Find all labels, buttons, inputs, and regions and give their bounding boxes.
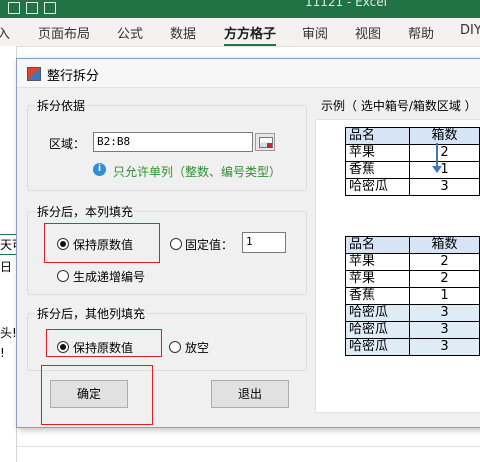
other-columns-label: 拆分后，其他列填充 (35, 305, 148, 322)
fixed-value-radio[interactable] (170, 238, 182, 250)
table-row: 香蕉 1 (344, 161, 480, 179)
table-row: 哈密瓜 3 (344, 321, 480, 339)
example-label: 示例（ 选中箱号/箱数区域 ） (321, 99, 477, 113)
tab-data[interactable]: 数据 (170, 23, 196, 42)
table-row: 苹果 2 (344, 270, 480, 288)
range-label: 区域： (49, 137, 86, 151)
table-cell: 2 (409, 144, 480, 162)
sequence-radio[interactable] (57, 270, 69, 282)
cell-fragment[interactable]: 天可 (0, 236, 16, 253)
grid-green-line (0, 234, 16, 235)
fixed-value-input[interactable]: 1 (242, 232, 286, 253)
other-keep-label[interactable]: 保持原数值 (73, 339, 133, 356)
table-cell: 3 (409, 178, 480, 196)
header-cell: 品名 (344, 127, 411, 145)
header-cell: 品名 (344, 236, 411, 254)
table-row: 香蕉 1 (344, 287, 480, 305)
excel-title-bar: 11121 - Excel (0, 0, 480, 18)
this-column-label: 拆分后，本列填充 (35, 203, 136, 220)
table-cell: 苹果 (344, 270, 411, 288)
ribbon-tabs: 入 页面布局 公式 数据 方方格子 审阅 视图 帮助 DIY (0, 18, 480, 47)
cell-fragment[interactable]: 头! (0, 324, 16, 341)
table-cell: 苹果 (344, 253, 411, 271)
app-icon (27, 67, 41, 81)
table-row: 哈密瓜 3 (344, 178, 480, 196)
example-before-table: 品名 箱数 苹果 2 香蕉 1 哈密瓜 3 (344, 127, 480, 196)
other-empty-radio[interactable] (169, 341, 181, 353)
tab-view[interactable]: 视图 (355, 23, 381, 42)
tab-formulas[interactable]: 公式 (117, 23, 143, 42)
table-cell: 哈密瓜 (344, 338, 411, 356)
undo-icon[interactable] (26, 2, 38, 14)
info-icon: i (93, 163, 106, 176)
range-picker-icon[interactable] (255, 133, 275, 151)
redo-icon[interactable] (44, 2, 56, 14)
table-row: 哈密瓜 3 (344, 304, 480, 322)
table-cell: 1 (409, 287, 480, 305)
tab-diy[interactable]: DIY (460, 23, 480, 38)
table-cell: 2 (409, 270, 480, 288)
table-row: 苹果 2 (344, 253, 480, 271)
cell-fragment[interactable]: ! (0, 346, 16, 360)
example-after-table: 品名 箱数 苹果 2 苹果 2 香蕉 1 哈密瓜 3 哈密瓜 3 哈密瓜 3 (344, 236, 480, 356)
exit-button[interactable]: 退出 (211, 380, 289, 408)
tab-fangfang[interactable]: 方方格子 (224, 23, 277, 47)
table-cell: 哈密瓜 (344, 304, 411, 322)
tab-help[interactable]: 帮助 (408, 23, 434, 42)
table-cell: 1 (409, 161, 480, 179)
range-hint: 只允许单列（整数、编号类型） (113, 165, 282, 179)
ok-button[interactable]: 确定 (50, 380, 128, 408)
table-header-row: 品名 箱数 (344, 127, 480, 145)
range-input[interactable]: B2:B8 (93, 132, 253, 152)
table-cell: 3 (409, 338, 480, 356)
header-cell: 箱数 (409, 236, 480, 254)
table-cell: 苹果 (344, 144, 411, 162)
tab-review[interactable]: 审阅 (302, 23, 328, 42)
down-arrow-icon (432, 143, 442, 173)
other-empty-label[interactable]: 放空 (185, 339, 209, 356)
grid-green-line (0, 254, 16, 255)
table-cell: 哈密瓜 (344, 321, 411, 339)
dialog-title-bar[interactable]: 整行拆分 (17, 59, 480, 88)
worksheet-left-column: 天可 日 头! ! (0, 46, 17, 462)
table-row: 哈密瓜 3 (344, 338, 480, 356)
table-cell: 2 (409, 253, 480, 271)
table-cell: 香蕉 (344, 161, 411, 179)
table-row: 苹果 2 (344, 144, 480, 162)
keep-original-radio[interactable] (57, 238, 69, 250)
other-keep-radio[interactable] (57, 341, 69, 353)
table-cell: 哈密瓜 (344, 178, 411, 196)
fixed-value-label[interactable]: 固定值： (185, 236, 233, 253)
table-cell: 香蕉 (344, 287, 411, 305)
split-basis-label: 拆分依据 (35, 97, 88, 114)
tab-page-layout[interactable]: 页面布局 (38, 23, 90, 42)
table-cell: 3 (409, 321, 480, 339)
dialog-title: 整行拆分 (47, 69, 100, 84)
table-cell: 3 (409, 304, 480, 322)
window-title: 11121 - Excel (305, 0, 387, 9)
header-cell: 箱数 (409, 127, 480, 145)
table-header-row: 品名 箱数 (344, 236, 480, 254)
sequence-label[interactable]: 生成递增编号 (73, 268, 145, 285)
keep-original-label[interactable]: 保持原数值 (73, 236, 133, 253)
tab-insert[interactable]: 入 (0, 23, 10, 42)
cell-fragment[interactable]: 日 (0, 258, 16, 275)
save-icon[interactable] (8, 2, 20, 14)
